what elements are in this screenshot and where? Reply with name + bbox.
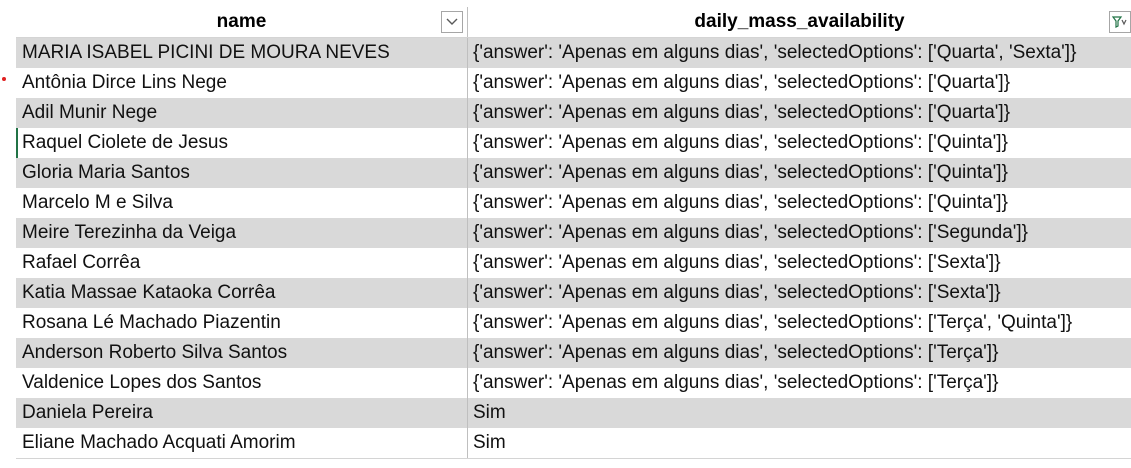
availability-cell[interactable]: {'answer': 'Apenas em alguns dias', 'sel… (468, 98, 1131, 128)
availability-cell[interactable]: {'answer': 'Apenas em alguns dias', 'sel… (468, 218, 1131, 248)
name-cell[interactable]: Gloria Maria Santos (16, 158, 468, 188)
column-header-strip (0, 0, 1131, 7)
column-header-daily-mass-availability[interactable]: daily_mass_availability (468, 7, 1131, 37)
table-row[interactable]: Antônia Dirce Lins Nege {'answer': 'Apen… (16, 68, 1131, 98)
column-header-availability-label: daily_mass_availability (694, 11, 905, 32)
spreadsheet: name daily_mass_availability MARIA ISABE… (0, 0, 1131, 468)
name-cell[interactable]: Rosana Lé Machado Piazentin (16, 308, 468, 338)
name-cell[interactable]: Adil Munir Nege (16, 98, 468, 128)
availability-cell[interactable]: {'answer': 'Apenas em alguns dias', 'sel… (468, 38, 1131, 68)
table-row[interactable]: Anderson Roberto Silva Santos {'answer':… (16, 338, 1131, 368)
table-row[interactable]: Rafael Corrêa {'answer': 'Apenas em algu… (16, 248, 1131, 278)
table-body: MARIA ISABEL PICINI DE MOURA NEVES {'ans… (16, 38, 1131, 458)
column-header-name-label: name (216, 11, 267, 32)
column-header-name[interactable]: name (16, 7, 468, 37)
table-row[interactable]: Meire Terezinha da Veiga {'answer': 'Ape… (16, 218, 1131, 248)
name-cell[interactable]: MARIA ISABEL PICINI DE MOURA NEVES (16, 38, 468, 68)
availability-cell[interactable]: {'answer': 'Apenas em alguns dias', 'sel… (468, 68, 1131, 98)
name-cell[interactable]: Eliane Machado Acquati Amorim (16, 428, 468, 458)
dropdown-arrow-icon (446, 18, 458, 25)
availability-cell[interactable]: {'answer': 'Apenas em alguns dias', 'sel… (468, 308, 1131, 338)
name-cell[interactable]: Daniela Pereira (16, 398, 468, 428)
name-cell[interactable]: Meire Terezinha da Veiga (16, 218, 468, 248)
availability-cell[interactable]: {'answer': 'Apenas em alguns dias', 'sel… (468, 338, 1131, 368)
table-row[interactable]: Eliane Machado Acquati Amorim Sim (16, 428, 1131, 458)
availability-cell[interactable]: Sim (468, 398, 1131, 428)
name-cell[interactable]: Rafael Corrêa (16, 248, 468, 278)
availability-cell[interactable]: {'answer': 'Apenas em alguns dias', 'sel… (468, 188, 1131, 218)
active-cell-indicator (16, 128, 18, 158)
name-cell[interactable]: Katia Massae Kataoka Corrêa (16, 278, 468, 308)
availability-cell[interactable]: {'answer': 'Apenas em alguns dias', 'sel… (468, 128, 1131, 158)
table-row[interactable]: Marcelo M e Silva {'answer': 'Apenas em … (16, 188, 1131, 218)
name-cell[interactable]: Antônia Dirce Lins Nege (16, 68, 468, 98)
name-cell[interactable]: Valdenice Lopes dos Santos (16, 368, 468, 398)
availability-cell[interactable]: Sim (468, 428, 1131, 458)
availability-cell[interactable]: {'answer': 'Apenas em alguns dias', 'sel… (468, 158, 1131, 188)
table-row[interactable]: Daniela Pereira Sim (16, 398, 1131, 428)
table-row[interactable]: Raquel Ciolete de Jesus {'answer': 'Apen… (16, 128, 1131, 158)
table-row[interactable]: MARIA ISABEL PICINI DE MOURA NEVES {'ans… (16, 38, 1131, 68)
table-row[interactable]: Adil Munir Nege {'answer': 'Apenas em al… (16, 98, 1131, 128)
row-error-marker (2, 77, 6, 81)
availability-filter-button[interactable] (1109, 11, 1131, 33)
table-row[interactable]: Katia Massae Kataoka Corrêa {'answer': '… (16, 278, 1131, 308)
table-row[interactable]: Valdenice Lopes dos Santos {'answer': 'A… (16, 368, 1131, 398)
name-cell[interactable]: Raquel Ciolete de Jesus (16, 128, 468, 158)
name-cell[interactable]: Anderson Roberto Silva Santos (16, 338, 468, 368)
availability-cell[interactable]: {'answer': 'Apenas em alguns dias', 'sel… (468, 368, 1131, 398)
filter-applied-icon (1112, 16, 1127, 28)
table-header-row: name daily_mass_availability (16, 7, 1131, 38)
table-row[interactable]: Rosana Lé Machado Piazentin {'answer': '… (16, 308, 1131, 338)
name-filter-button[interactable] (441, 11, 463, 33)
table-row[interactable]: Gloria Maria Santos {'answer': 'Apenas e… (16, 158, 1131, 188)
availability-cell[interactable]: {'answer': 'Apenas em alguns dias', 'sel… (468, 278, 1131, 308)
name-cell[interactable]: Marcelo M e Silva (16, 188, 468, 218)
grid-bottom-border (16, 458, 1131, 459)
availability-cell[interactable]: {'answer': 'Apenas em alguns dias', 'sel… (468, 248, 1131, 278)
